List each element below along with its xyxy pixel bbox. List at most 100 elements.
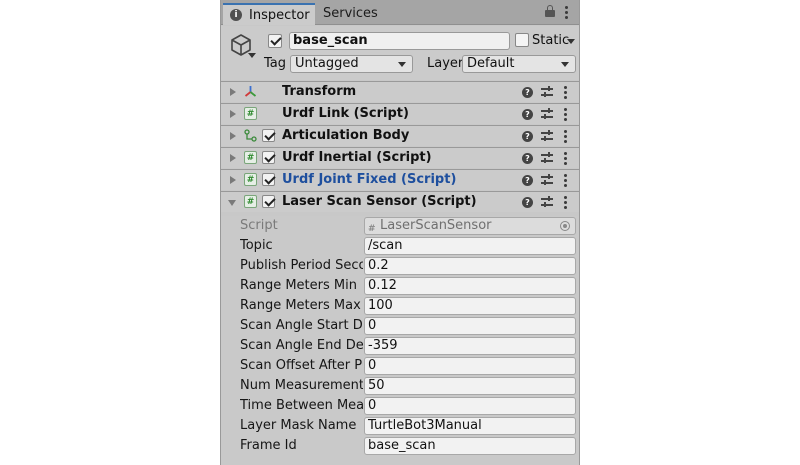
script-icon: #	[244, 195, 257, 208]
topic-field[interactable]: /scan	[364, 237, 576, 255]
foldout-arrow-icon[interactable]	[230, 88, 236, 96]
property-row-script: Script # LaserScanSensor	[221, 216, 579, 236]
property-label: Publish Period Seconds	[240, 258, 363, 273]
presets-icon[interactable]	[541, 196, 553, 208]
script-icon: #	[368, 224, 376, 234]
property-row-scan-angle-end: Scan Angle End Degrees -359	[221, 336, 579, 356]
more-options-icon[interactable]	[564, 130, 568, 145]
laser-scan-sensor-properties: Script # LaserScanSensor Topic /scan Pub…	[221, 216, 579, 465]
property-row-layer-mask: Layer Mask Name TurtleBot3Manual	[221, 416, 579, 436]
more-options-icon[interactable]	[564, 174, 568, 189]
layer-value: Default	[467, 56, 515, 71]
chevron-down-icon	[561, 62, 569, 67]
property-row-scan-angle-start: Scan Angle Start Degrees 0	[221, 316, 579, 336]
presets-icon[interactable]	[541, 86, 553, 98]
articulation-icon	[244, 129, 257, 142]
more-options-icon[interactable]	[564, 152, 568, 167]
lock-icon[interactable]	[545, 5, 555, 17]
frame-id-field[interactable]: base_scan	[364, 437, 576, 455]
scan-angle-start-field[interactable]: 0	[364, 317, 576, 335]
property-row-range-max: Range Meters Max 100	[221, 296, 579, 316]
tab-inspector[interactable]: i Inspector	[223, 3, 315, 25]
component-urdf-inertial[interactable]: # Urdf Inertial (Script) ?	[221, 147, 579, 168]
component-transform[interactable]: Transform ?	[221, 81, 579, 102]
info-icon: i	[230, 9, 242, 21]
transform-icon	[244, 86, 257, 97]
foldout-arrow-icon[interactable]	[230, 176, 236, 184]
foldout-arrow-icon[interactable]	[230, 132, 236, 140]
publish-period-field[interactable]: 0.2	[364, 257, 576, 275]
component-enabled-checkbox[interactable]	[262, 151, 275, 164]
property-row-range-min: Range Meters Min 0.12	[221, 276, 579, 296]
object-name-field[interactable]: base_scan	[289, 32, 510, 50]
object-header: base_scan Static Tag Untagged Layer Defa…	[221, 26, 579, 80]
property-label: Num Measurements Per Scan	[240, 378, 363, 393]
object-picker-icon[interactable]	[560, 221, 570, 231]
help-icon[interactable]: ?	[522, 109, 533, 120]
property-label: Time Between Measurements	[240, 398, 363, 413]
tab-bar: i Inspector Services	[221, 0, 579, 25]
script-icon: #	[244, 151, 257, 164]
icon-dropdown-icon[interactable]	[248, 53, 256, 58]
presets-icon[interactable]	[541, 174, 553, 186]
property-label: Script	[240, 218, 278, 233]
property-label: Scan Offset After Publish	[240, 358, 363, 373]
property-row-scan-offset: Scan Offset After Publish 0	[221, 356, 579, 376]
help-icon[interactable]: ?	[522, 131, 533, 142]
component-urdf-joint-fixed[interactable]: # Urdf Joint Fixed (Script) ?	[221, 169, 579, 190]
more-options-icon[interactable]	[564, 86, 568, 101]
tab-services-label: Services	[323, 6, 378, 21]
property-row-num-measurements: Num Measurements Per Scan 50	[221, 376, 579, 396]
tag-value: Untagged	[295, 56, 359, 71]
component-enabled-checkbox[interactable]	[262, 129, 275, 142]
script-object-field[interactable]: # LaserScanSensor	[364, 217, 576, 235]
range-meters-min-field[interactable]: 0.12	[364, 277, 576, 295]
help-icon[interactable]: ?	[522, 197, 533, 208]
inspector-panel: i Inspector Services base_scan Static Ta…	[220, 0, 580, 465]
tag-label: Tag	[264, 56, 287, 71]
help-icon[interactable]: ?	[522, 87, 533, 98]
property-row-frame-id: Frame Id base_scan	[221, 436, 579, 456]
scan-angle-end-field[interactable]: -359	[364, 337, 576, 355]
layer-mask-name-field[interactable]: TurtleBot3Manual	[364, 417, 576, 435]
property-row-topic: Topic /scan	[221, 236, 579, 256]
foldout-arrow-icon[interactable]	[228, 200, 236, 206]
component-title: Laser Scan Sensor (Script)	[282, 194, 477, 209]
more-options-icon[interactable]	[565, 6, 569, 21]
num-measurements-field[interactable]: 50	[364, 377, 576, 395]
property-label: Topic	[240, 238, 273, 253]
static-checkbox[interactable]	[515, 33, 529, 47]
tag-dropdown[interactable]: Untagged	[290, 55, 413, 73]
help-icon[interactable]: ?	[522, 153, 533, 164]
tab-services[interactable]: Services	[321, 3, 378, 25]
more-options-icon[interactable]	[564, 196, 568, 211]
component-urdf-link[interactable]: # Urdf Link (Script) ?	[221, 103, 579, 124]
component-laser-scan-sensor[interactable]: # Laser Scan Sensor (Script) ?	[221, 191, 579, 212]
component-title: Urdf Joint Fixed (Script)	[282, 172, 457, 187]
property-row-time-between: Time Between Measurements 0	[221, 396, 579, 416]
component-title: Urdf Inertial (Script)	[282, 150, 432, 165]
property-label: Scan Angle Start Degrees	[240, 318, 363, 333]
static-dropdown-icon[interactable]	[567, 39, 575, 44]
presets-icon[interactable]	[541, 152, 553, 164]
component-articulation-body[interactable]: Articulation Body ?	[221, 125, 579, 146]
foldout-arrow-icon[interactable]	[230, 110, 236, 118]
more-options-icon[interactable]	[564, 108, 568, 123]
component-enabled-checkbox[interactable]	[262, 173, 275, 186]
property-row-publish-period: Publish Period Seconds 0.2	[221, 256, 579, 276]
property-label: Scan Angle End Degrees	[240, 338, 363, 353]
property-value: LaserScanSensor	[380, 218, 492, 233]
active-checkbox[interactable]	[268, 34, 282, 48]
time-between-measurements-field[interactable]: 0	[364, 397, 576, 415]
presets-icon[interactable]	[541, 130, 553, 142]
range-meters-max-field[interactable]: 100	[364, 297, 576, 315]
component-enabled-checkbox[interactable]	[262, 195, 275, 208]
layer-dropdown[interactable]: Default	[462, 55, 576, 73]
component-title: Articulation Body	[282, 128, 410, 143]
property-label: Range Meters Min	[240, 278, 357, 293]
scan-offset-field[interactable]: 0	[364, 357, 576, 375]
help-icon[interactable]: ?	[522, 175, 533, 186]
presets-icon[interactable]	[541, 108, 553, 120]
component-title: Transform	[282, 84, 357, 99]
foldout-arrow-icon[interactable]	[230, 154, 236, 162]
